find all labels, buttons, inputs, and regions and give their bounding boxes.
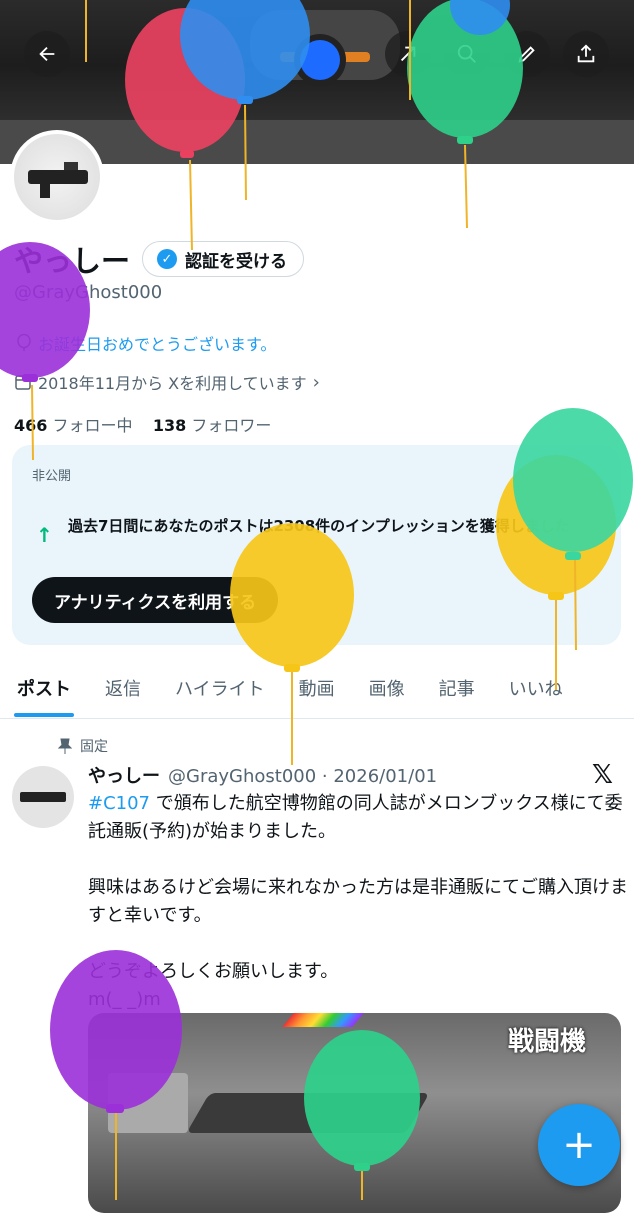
post-line-2: 興味はあるけど会場に来れなかった方は是非通販にてご購入頂けますと幸いです。 [88, 877, 628, 926]
banner-button-graphic [300, 40, 340, 80]
post-header: やっしー @GrayGhost000 · 2026/01/01 [88, 762, 437, 788]
back-button[interactable] [24, 31, 70, 77]
tab-videos[interactable]: 動画 [282, 660, 352, 716]
tab-likes[interactable]: いいね [492, 660, 580, 716]
avatar-gun-graphic [28, 170, 88, 184]
analytics-card: 非公開 ↑ 過去7日間にあなたのポストは2308件のインプレッションを獲得しまし… [12, 445, 621, 645]
use-analytics-button[interactable]: アナリティクスを利用する [32, 577, 279, 623]
avatar-gun-scope [64, 162, 78, 170]
verified-badge-icon: ✓ [157, 249, 177, 269]
edit-button[interactable] [504, 31, 550, 77]
post-author-meta: @GrayGhost000 · 2026/01/01 [168, 766, 438, 787]
edit-icon [518, 46, 535, 63]
joined-date: 2018年11月から Xを利用しています [38, 374, 307, 393]
media-background-aircraft [108, 1073, 188, 1133]
media-rainbow-stripe [282, 1013, 364, 1027]
tab-replies[interactable]: 返信 [88, 660, 158, 716]
media-caption: 戦闘機 [508, 1027, 587, 1057]
joined-line[interactable]: 2018年11月から Xを利用しています › [14, 370, 320, 394]
pinned-label: 固定 [80, 739, 108, 755]
post-author-name[interactable]: やっしー [88, 762, 160, 788]
impressions-text: 過去7日間にあなたのポストは2308件のインプレッションを獲得しました [68, 517, 570, 535]
tab-articles[interactable]: 記事 [422, 660, 492, 716]
tab-images[interactable]: 画像 [352, 660, 422, 716]
balloon-icon [17, 334, 31, 351]
following-link[interactable]: 466 フォロー中 [14, 416, 133, 435]
profile-banner[interactable] [0, 0, 634, 164]
search-button[interactable] [444, 31, 490, 77]
post-avatar[interactable] [12, 766, 74, 828]
tab-highlights[interactable]: ハイライト [158, 660, 282, 716]
pin-icon [58, 738, 72, 754]
tab-posts[interactable]: ポスト [0, 660, 88, 717]
follow-stats: 466 フォロー中 138 フォロワー [14, 412, 271, 436]
post-text: #C107 で頒布した航空博物館の同人誌がメロンブックス様にて委託通販(予約)が… [88, 790, 628, 1014]
up-arrow-icon: ↑ [36, 523, 53, 547]
profile-tabs: ポスト 返信 ハイライト 動画 画像 記事 いいね [0, 660, 634, 719]
media-jet-aircraft [186, 1093, 430, 1133]
followers-count: 138 [152, 416, 187, 435]
back-arrow-icon [39, 46, 55, 62]
post-line-1: で頒布した航空博物館の同人誌がメロンブックス様にて委託通販(予約)が始まりました… [88, 793, 623, 842]
post-line-4: m(_ _)m [88, 989, 161, 1010]
profile-name: やっしー [14, 244, 131, 278]
get-verified-button[interactable]: ✓ 認証を受ける [142, 241, 304, 277]
share-button[interactable] [563, 31, 609, 77]
search-icon [457, 44, 476, 63]
plus-icon: + [562, 1122, 596, 1168]
share-icon [577, 44, 595, 63]
following-count: 466 [14, 416, 48, 435]
post-media-image[interactable]: 戦闘機 [88, 1013, 621, 1213]
profile-handle: @GrayGhost000 [14, 282, 163, 303]
profile-avatar[interactable] [10, 130, 104, 224]
get-verified-label: 認証を受ける [185, 251, 287, 272]
avatar-gun-grip [40, 182, 50, 198]
birthday-message: お誕生日おめでとうございます。 [38, 335, 277, 354]
followers-link[interactable]: 138 フォロワー [153, 416, 272, 435]
private-label: 非公開 [32, 469, 72, 484]
followers-label: フォロワー [191, 416, 272, 435]
compose-post-button[interactable]: + [538, 1104, 620, 1186]
calendar-icon [15, 375, 31, 390]
x-logo-icon: 𝕏 [592, 760, 613, 790]
post-line-3: どうぞよろしくお願いします。 [88, 961, 339, 982]
post-hashtag[interactable]: #C107 [88, 793, 150, 814]
grok-button[interactable] [385, 31, 431, 77]
post-avatar-gun-graphic [20, 792, 66, 802]
following-label: フォロー中 [52, 416, 133, 435]
pinned-indicator: 固定 [58, 736, 108, 756]
birthday-line: お誕生日おめでとうございます。 [16, 331, 276, 355]
grok-icon [400, 46, 416, 62]
chevron-right-icon: › [312, 371, 320, 393]
